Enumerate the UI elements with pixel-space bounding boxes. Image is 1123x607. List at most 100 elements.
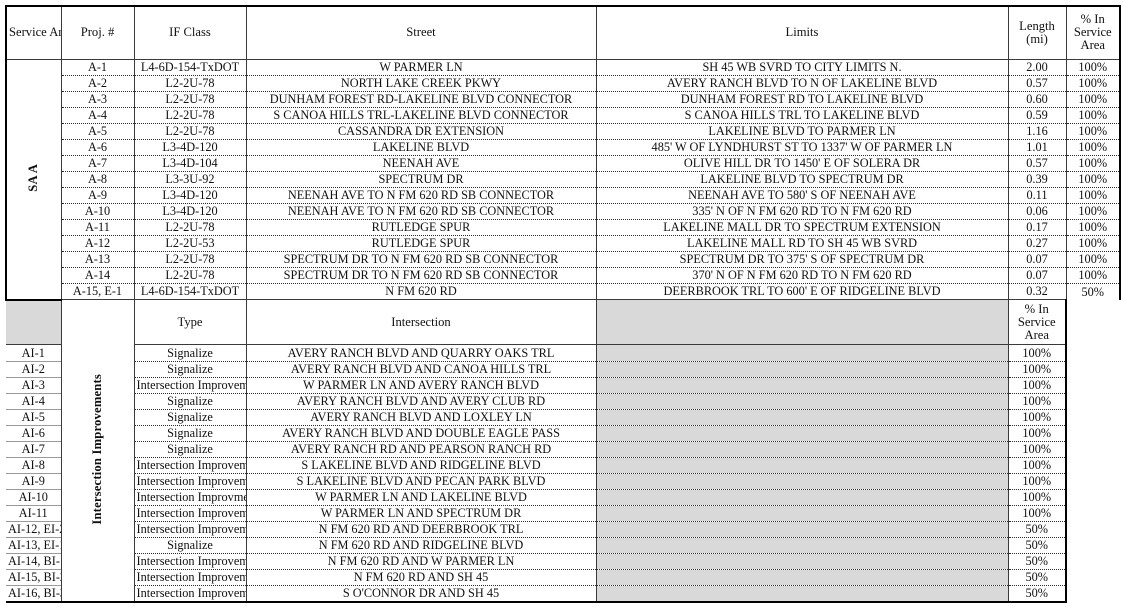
cell-type: Signalize (134, 440, 247, 458)
cell-limits: DEERBROOK TRL TO 600' E OF RIDGELINE BLV… (596, 283, 1009, 300)
cell-intersection: S O'CONNOR DR AND SH 45 (246, 585, 597, 603)
cell-limits: 335' N OF N FM 620 RD TO N FM 620 RD (596, 203, 1009, 220)
cell-length: 0.57 (1008, 74, 1067, 92)
cell-proj-num: AI-8 (6, 456, 62, 474)
cell-length (596, 392, 1009, 410)
cell-pct-service-area: 100% (1066, 219, 1121, 236)
header-limits: Limits (596, 5, 1009, 59)
project-table: Service Area Proj. # IF Class Street Lim… (5, 5, 1121, 603)
cell-pct-service-area: 50% (1008, 521, 1067, 538)
header-pct-line3: Area (1080, 38, 1105, 53)
cell-proj-num: A-2 (61, 74, 135, 92)
cell-intersection: AVERY RANCH BLVD AND QUARRY OAKS TRL (246, 344, 597, 361)
cell-pct-service-area: 100% (1066, 154, 1121, 172)
cell-pct-service-area: 100% (1066, 203, 1121, 220)
cell-if-class: L2-2U-78 (134, 267, 247, 284)
cell-pct-service-area: 100% (1066, 170, 1121, 188)
cell-pct-service-area: 50% (1008, 553, 1067, 570)
cell-street: NORTH LAKE CREEK PKWY (246, 74, 597, 92)
cell-length (596, 472, 1009, 490)
header-service-area: Service Area (5, 5, 62, 59)
cell-pct-service-area: 100% (1066, 235, 1121, 252)
cell-pct-service-area: 50% (1008, 569, 1067, 586)
table-row: AI-13, EI-1 Signalize N FM 620 RD AND RIDG… (6, 537, 1120, 554)
cell-limits: SPECTRUM DR TO 375' S OF SPECTRUM DR (596, 251, 1009, 268)
cell-street: DUNHAM FOREST RD-LAKELINE BLVD CONNECTOR (246, 90, 597, 108)
cell-length (596, 553, 1009, 570)
cell-if-class: L3-3U-92 (134, 170, 247, 188)
cell-if-class: L3-4D-104 (134, 154, 247, 172)
cell-pct-service-area: 100% (1008, 456, 1067, 474)
cell-pct-service-area: 100% (1008, 505, 1067, 522)
cell-type: Signalize (134, 537, 247, 554)
cell-proj-num: A-7 (61, 154, 135, 172)
cell-pct-service-area: 100% (1008, 440, 1067, 458)
table-row: AI-3 Intersection ImprovementsW PARMER LN… (6, 376, 1120, 394)
cell-intersection: AVERY RANCH RD AND PEARSON RANCH RD (246, 440, 597, 458)
cell-length: 1.01 (1008, 138, 1067, 156)
subheader-length (596, 299, 1009, 345)
cell-street: SPECTRUM DR (246, 170, 597, 188)
cell-limits: LAKELINE MALL RD TO SH 45 WB SVRD (596, 235, 1009, 252)
cell-limits: LAKELINE MALL DR TO SPECTRUM EXTENSION (596, 219, 1009, 236)
cell-length (596, 488, 1009, 506)
subheader-proj-num (6, 299, 62, 345)
cell-length: 0.06 (1008, 203, 1067, 220)
cell-proj-num: A-15, E-1 (61, 283, 135, 300)
cell-if-class: L3-4D-120 (134, 186, 247, 204)
cell-intersection: AVERY RANCH BLVD AND DOUBLE EAGLE PASS (246, 424, 597, 442)
cell-limits: SH 45 WB SVRD TO CITY LIMITS N. (596, 58, 1009, 76)
table-row: A-10 L3-4D-120 NEENAH AVE TO N FM 620 RD S… (6, 203, 1121, 220)
table-row: SA A A-1 L4-6D-154-TxDOT W PARMER LN SH 45 W… (5, 58, 1121, 301)
cell-type: Intersection Improvments (134, 488, 247, 506)
cell-proj-num: AI-1 (6, 344, 62, 361)
cell-pct-service-area: 100% (1008, 408, 1067, 426)
table-row: A-13 L2-2U-78 SPECTRUM DR TO N FM 620 RD S… (6, 251, 1121, 268)
subheader-pct-line1: % In (1024, 301, 1049, 316)
cell-pct-service-area: 100% (1008, 376, 1067, 394)
intersection-class-label: Intersection Improvements (89, 373, 104, 525)
table-row: A-11 L2-2U-78 RUTLEDGE SPUR LAKELINE MALL D… (6, 219, 1121, 236)
cell-limits: LAKELINE BLVD TO PARMER LN (596, 122, 1009, 140)
cell-if-class: L2-2U-78 (134, 74, 247, 92)
cell-intersection: S LAKELINE BLVD AND RIDGELINE BLVD (246, 456, 597, 474)
cell-length: 0.60 (1008, 90, 1067, 108)
cell-proj-num: A-13 (61, 251, 135, 268)
cell-street: CASSANDRA DR EXTENSION (246, 122, 597, 140)
cell-pct-service-area: 50% (1008, 537, 1067, 554)
header-pct-service-area: % In Service Area (1066, 5, 1121, 59)
cell-length (596, 440, 1009, 458)
table-row: AI-9 Intersection ImprovementsS LAKELINE … (6, 472, 1120, 490)
subheader-pct-line2: Service (1017, 314, 1056, 329)
cell-limits: NEENAH AVE TO 580' S OF NEENAH AVE (596, 186, 1009, 204)
subheader-type: Type (134, 299, 247, 345)
cell-pct-service-area: 100% (1066, 106, 1121, 124)
cell-length: 0.07 (1008, 251, 1067, 268)
cell-type: Signalize (134, 360, 247, 378)
header-street: Street (246, 5, 597, 59)
cell-proj-num: AI-12, EI-2 (6, 521, 62, 538)
cell-intersection: N FM 620 RD AND DEERBROOK TRL (246, 521, 597, 538)
cell-length (596, 505, 1009, 522)
cell-proj-num: A-6 (61, 138, 135, 156)
cell-length: 0.27 (1008, 235, 1067, 252)
cell-proj-num: AI-4 (6, 392, 62, 410)
table-row: AI-4 Signalize AVERY RANCH BLVD AND AVERY … (6, 392, 1120, 410)
table-row: AI-16, BI-3 Intersection ImprovementsS O'… (6, 585, 1120, 603)
table-row: AI-8 Intersection ImprovementsS LAKELINE … (6, 456, 1120, 474)
cell-proj-num: AI-13, EI-1 (6, 537, 62, 554)
cell-proj-num: A-1 (61, 58, 135, 76)
table-row: A-9 L3-4D-120 NEENAH AVE TO N FM 620 RD SB… (6, 186, 1121, 204)
cell-intersection: W PARMER LN AND SPECTRUM DR (246, 505, 597, 522)
subheader-pct-service-area: % In Service Area (1008, 299, 1067, 345)
cell-type: Intersection Improvements (134, 585, 247, 603)
cell-proj-num: AI-15, BI-2 (6, 569, 62, 586)
table-row: AI-15, BI-2 Intersection ImprovementsN FM… (6, 569, 1120, 586)
cell-length: 0.11 (1008, 186, 1067, 204)
cell-street: NEENAH AVE TO N FM 620 RD SB CONNECTOR (246, 186, 597, 204)
cell-pct-service-area: 100% (1066, 58, 1121, 76)
cell-proj-num: AI-2 (6, 360, 62, 378)
cell-intersection: W PARMER LN AND AVERY RANCH BLVD (246, 376, 597, 394)
table-row: A-8 L3-3U-92 SPECTRUM DR LAKELINE BLVD TO S… (6, 170, 1121, 188)
cell-limits: LAKELINE BLVD TO SPECTRUM DR (596, 170, 1009, 188)
